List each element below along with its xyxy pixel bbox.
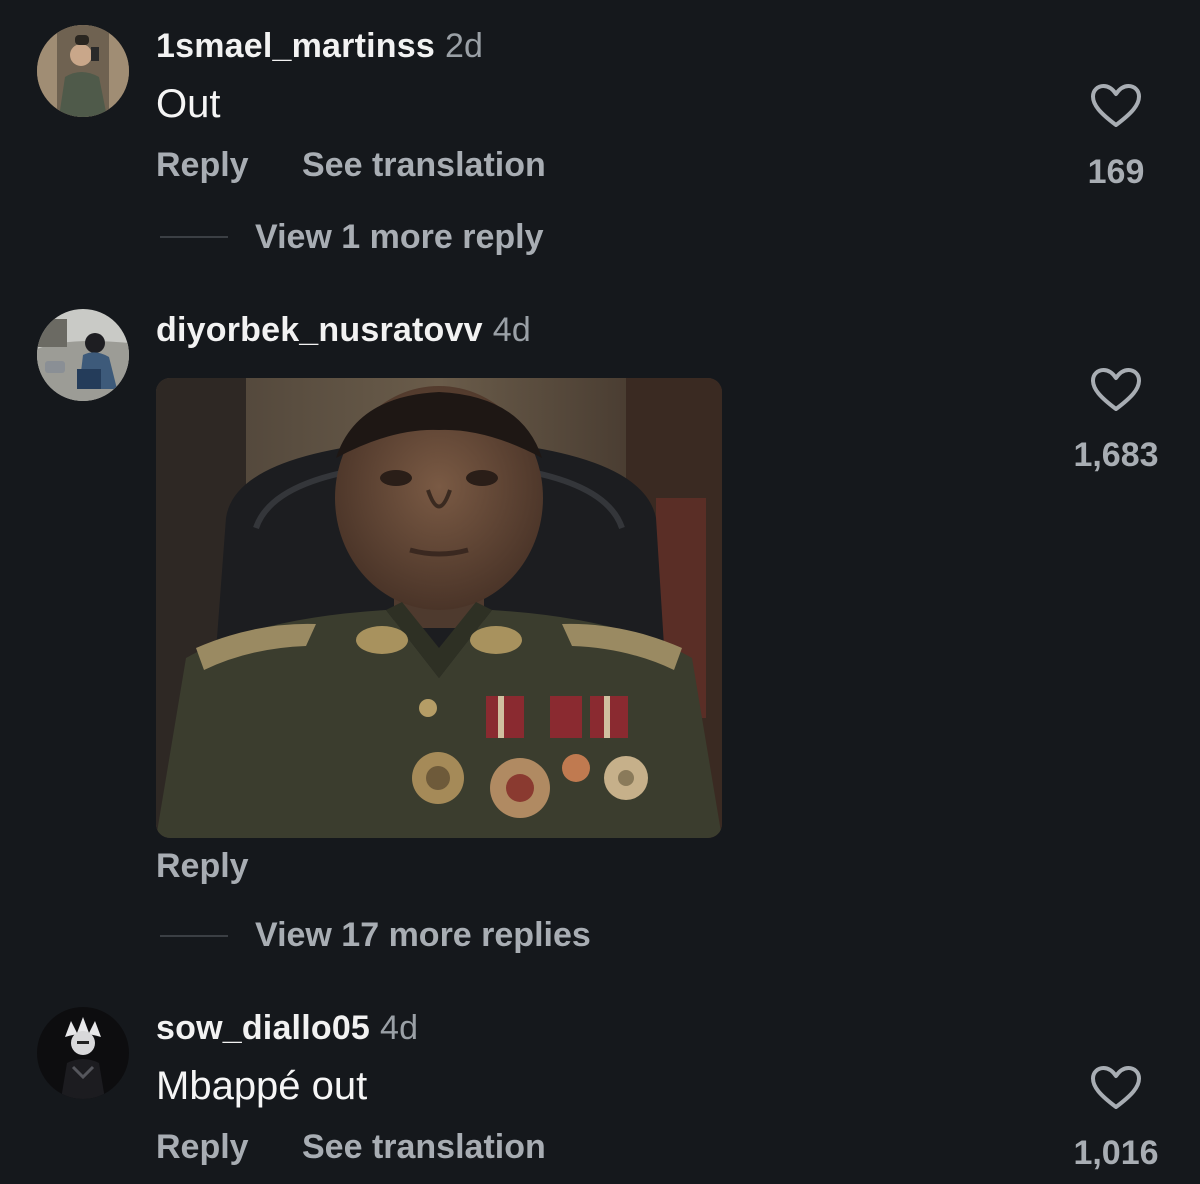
like-count: 1,016 [1073, 1134, 1159, 1172]
comment-text: Out [156, 82, 221, 126]
replies-divider [160, 236, 228, 238]
comments-thread: 1smael_martinss 2d Out Reply See translat… [0, 0, 1200, 1184]
username-text[interactable]: sow_diallo05 [156, 1009, 370, 1047]
comment-username[interactable]: 1smael_martinss 2d [156, 27, 483, 66]
view-replies-button[interactable]: View 1 more reply [255, 218, 544, 257]
like-count: 1,683 [1073, 436, 1159, 474]
see-translation-button[interactable]: See translation [302, 1128, 546, 1167]
heart-outline-icon[interactable] [1090, 83, 1142, 129]
heart-outline-icon[interactable] [1090, 367, 1142, 413]
username-text[interactable]: 1smael_martinss [156, 27, 435, 65]
comment-text: Mbappé out [156, 1064, 368, 1108]
avatar[interactable] [37, 25, 129, 117]
view-replies-button[interactable]: View 17 more replies [255, 916, 591, 955]
avatar[interactable] [37, 309, 129, 401]
comment-username[interactable]: sow_diallo05 4d [156, 1009, 418, 1048]
avatar[interactable] [37, 1007, 129, 1099]
comment-gif-image[interactable] [156, 378, 722, 838]
replies-divider [160, 935, 228, 937]
reply-button[interactable]: Reply [156, 146, 249, 185]
comment-time: 4d [380, 1009, 419, 1047]
reply-button[interactable]: Reply [156, 847, 249, 886]
comment-time: 2d [444, 27, 484, 65]
reply-button[interactable]: Reply [156, 1128, 249, 1167]
like-count: 169 [1087, 153, 1145, 191]
comment-time: 4d [492, 311, 531, 349]
heart-outline-icon[interactable] [1090, 1065, 1142, 1111]
comment-username[interactable]: diyorbek_nusratovv 4d [156, 311, 531, 350]
see-translation-button[interactable]: See translation [302, 146, 546, 185]
username-text[interactable]: diyorbek_nusratovv [156, 311, 483, 349]
